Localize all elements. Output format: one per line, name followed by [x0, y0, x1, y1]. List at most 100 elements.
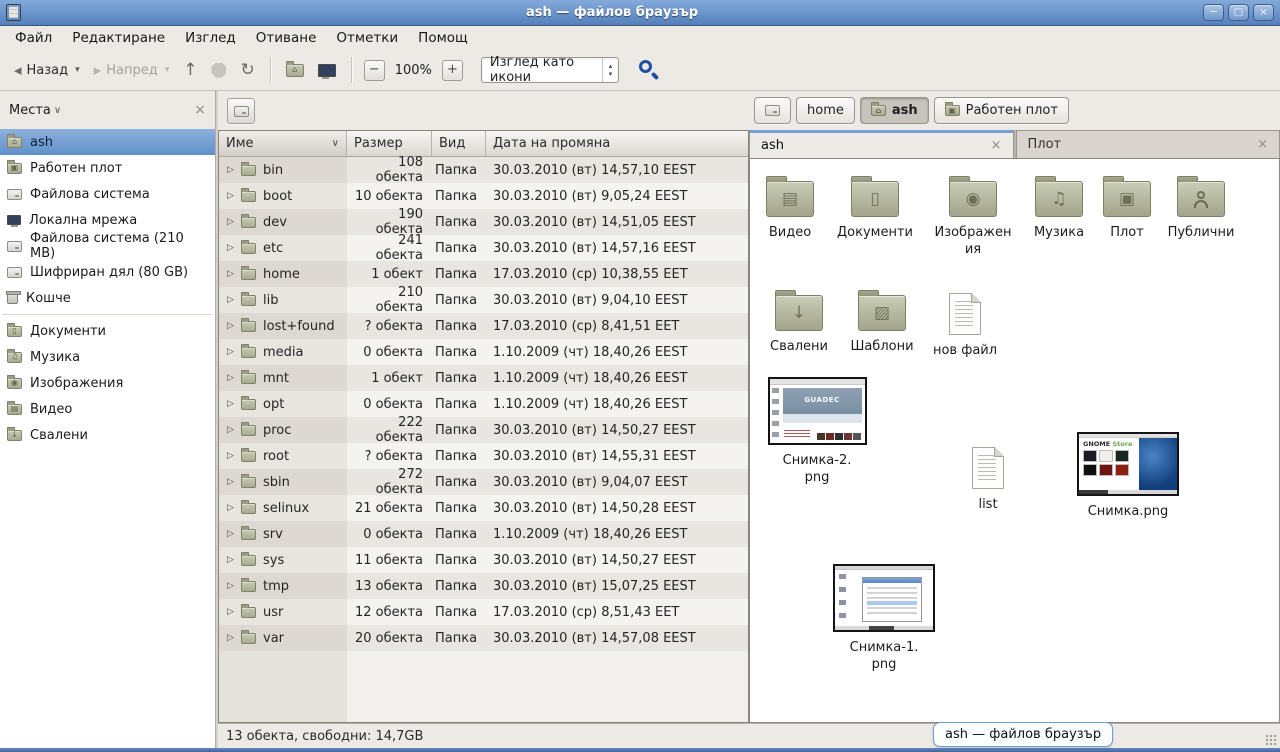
- table-row[interactable]: ▷root? обектаПапка30.03.2010 (вт) 14,55,…: [219, 443, 748, 469]
- file-date: 30.03.2010 (вт) 14,50,28 EEST: [486, 501, 748, 516]
- zoom-out-button[interactable]: −: [364, 60, 385, 81]
- expander-icon[interactable]: ▷: [223, 529, 238, 539]
- tab-close-icon[interactable]: ×: [991, 138, 1002, 153]
- resize-grip[interactable]: [1265, 734, 1278, 745]
- back-button[interactable]: ◂ Назад ▾: [7, 59, 87, 82]
- column-header-type[interactable]: Вид: [432, 131, 486, 157]
- table-row[interactable]: ▷lost+found? обектаПапка17.03.2010 (ср) …: [219, 313, 748, 339]
- sidebar-item-drive[interactable]: Шифриран дял (80 GB): [0, 259, 215, 285]
- up-button[interactable]: ↑: [176, 58, 204, 83]
- forward-button[interactable]: ▸ Напред ▾: [87, 59, 177, 82]
- table-row[interactable]: ▷home1 обектПапка17.03.2010 (ср) 10,38,5…: [219, 261, 748, 287]
- sidebar-item-video-folder[interactable]: ▤Видео: [0, 396, 215, 422]
- places-close-icon[interactable]: ×: [194, 102, 206, 118]
- path-button-root[interactable]: [754, 97, 791, 124]
- table-row[interactable]: ▷etc241 обектаПапка30.03.2010 (вт) 14,57…: [219, 235, 748, 261]
- sidebar-item-home-folder[interactable]: ⌂ash: [0, 129, 215, 155]
- file-item[interactable]: нов файл: [910, 289, 1020, 360]
- tab-plot[interactable]: Плот×: [1016, 130, 1280, 158]
- table-row[interactable]: ▷selinux21 обектаПапка30.03.2010 (вт) 14…: [219, 495, 748, 521]
- home-button[interactable]: ⌂: [279, 60, 311, 81]
- back-dropdown-icon[interactable]: ▾: [75, 65, 80, 75]
- path-button-ash[interactable]: ⌂ash: [860, 97, 929, 124]
- file-item[interactable]: GNOME StoreСнимка.png: [1073, 432, 1183, 521]
- table-row[interactable]: ▷dev190 обектаПапка30.03.2010 (вт) 14,51…: [219, 209, 748, 235]
- table-row[interactable]: ▷sbin272 обектаПапка30.03.2010 (вт) 9,04…: [219, 469, 748, 495]
- icon-view[interactable]: ▤Видео▯Документи◉Изображения♫Музика▣Плот…: [749, 158, 1280, 723]
- sidebar-item-downloads-folder[interactable]: ↓Свалени: [0, 422, 215, 448]
- table-row[interactable]: ▷proc222 обектаПапка30.03.2010 (вт) 14,5…: [219, 417, 748, 443]
- path-button-desktop[interactable]: ▣Работен плот: [934, 97, 1069, 124]
- column-header-name[interactable]: Име∨: [219, 131, 347, 157]
- file-item[interactable]: Снимка-1.png: [829, 564, 939, 674]
- table-row[interactable]: ▷boot10 обектаПапка30.03.2010 (вт) 9,05,…: [219, 183, 748, 209]
- expander-icon[interactable]: ▷: [223, 347, 238, 357]
- path-button-home[interactable]: home: [796, 97, 855, 124]
- expander-icon[interactable]: ▷: [223, 503, 238, 513]
- expander-icon[interactable]: ▷: [223, 269, 238, 279]
- expander-icon[interactable]: ▷: [223, 295, 238, 305]
- filesystem-root-button[interactable]: [227, 98, 255, 124]
- sidebar-item-desktop-folder[interactable]: ▣Работен плот: [0, 155, 215, 181]
- expander-icon[interactable]: ▷: [223, 243, 238, 253]
- expander-icon[interactable]: ▷: [223, 425, 238, 435]
- sidebar-item-drive[interactable]: Файлова система: [0, 181, 215, 207]
- menu-item-help[interactable]: Помощ: [408, 27, 478, 49]
- file-item[interactable]: ▯Документи: [820, 173, 930, 242]
- sidebar-item-pictures-folder[interactable]: ◉Изображения: [0, 370, 215, 396]
- column-header-size[interactable]: Размер: [347, 131, 432, 157]
- sidebar-item-label: Локална мрежа: [29, 213, 137, 228]
- file-type: Папка: [432, 189, 486, 204]
- sidebar-item-network[interactable]: Локална мрежа: [0, 207, 215, 233]
- zoom-in-button[interactable]: +: [442, 60, 463, 81]
- minimize-button[interactable]: ─: [1203, 4, 1224, 21]
- view-mode-select[interactable]: Изглед като икони ▴ ▾: [481, 57, 619, 83]
- sidebar-item-documents-folder[interactable]: ▯Документи: [0, 318, 215, 344]
- expander-icon[interactable]: ▷: [223, 373, 238, 383]
- places-header[interactable]: Места ∨ ×: [0, 91, 215, 129]
- expander-icon[interactable]: ▷: [223, 555, 238, 565]
- column-header-date[interactable]: Дата на промяна: [486, 131, 748, 157]
- computer-button[interactable]: [311, 60, 343, 81]
- table-row[interactable]: ▷opt0 обектаПапка1.10.2009 (чт) 18,40,26…: [219, 391, 748, 417]
- expander-icon[interactable]: ▷: [223, 321, 238, 331]
- stop-button[interactable]: [204, 59, 233, 82]
- table-row[interactable]: ▷media0 обектаПапка1.10.2009 (чт) 18,40,…: [219, 339, 748, 365]
- table-row[interactable]: ▷tmp13 обектаПапка30.03.2010 (вт) 15,07,…: [219, 573, 748, 599]
- reload-button[interactable]: ↻: [233, 58, 261, 83]
- expander-icon[interactable]: ▷: [223, 217, 238, 227]
- tab-ash[interactable]: ash×: [749, 130, 1014, 158]
- table-row[interactable]: ▷lib210 обектаПапка30.03.2010 (вт) 9,04,…: [219, 287, 748, 313]
- file-item[interactable]: list: [933, 443, 1043, 514]
- table-row[interactable]: ▷bin108 обектаПапка30.03.2010 (вт) 14,57…: [219, 157, 748, 183]
- sidebar-item-trash[interactable]: Кошче: [0, 285, 215, 311]
- expander-icon[interactable]: ▷: [223, 191, 238, 201]
- menu-item-edit[interactable]: Редактиране: [62, 27, 175, 49]
- expander-icon[interactable]: ▷: [223, 581, 238, 591]
- expander-icon[interactable]: ▷: [223, 451, 238, 461]
- table-row[interactable]: ▷srv0 обектаПапка1.10.2009 (чт) 18,40,26…: [219, 521, 748, 547]
- sidebar-item-drive[interactable]: Файлова система (210 MB): [0, 233, 215, 259]
- file-item[interactable]: GUADECСнимка-2.png: [762, 377, 872, 487]
- titlebar[interactable]: ash — файлов браузър ─ □ ×: [0, 0, 1280, 26]
- expander-icon[interactable]: ▷: [223, 607, 238, 617]
- tab-close-icon[interactable]: ×: [1257, 137, 1268, 152]
- expander-icon[interactable]: ▷: [223, 399, 238, 409]
- table-row[interactable]: ▷mnt1 обектПапка1.10.2009 (чт) 18,40,26 …: [219, 365, 748, 391]
- table-row[interactable]: ▷sys11 обектаПапка30.03.2010 (вт) 14,50,…: [219, 547, 748, 573]
- expander-icon[interactable]: ▷: [223, 477, 238, 487]
- menu-item-file[interactable]: Файл: [5, 27, 62, 49]
- sidebar-item-music-folder[interactable]: ♫Музика: [0, 344, 215, 370]
- close-button[interactable]: ×: [1253, 4, 1274, 21]
- menu-item-bookmarks[interactable]: Отметки: [326, 27, 408, 49]
- file-item[interactable]: Публични: [1146, 173, 1256, 242]
- expander-icon[interactable]: ▷: [223, 165, 238, 175]
- menu-item-view[interactable]: Изглед: [175, 27, 246, 49]
- menu-item-go[interactable]: Отиване: [246, 27, 327, 49]
- expander-icon[interactable]: ▷: [223, 633, 238, 643]
- maximize-button[interactable]: □: [1228, 4, 1249, 21]
- table-row[interactable]: ▷var20 обектаПапка30.03.2010 (вт) 14,57,…: [219, 625, 748, 651]
- spinner-icon[interactable]: ▴ ▾: [602, 58, 618, 82]
- table-row[interactable]: ▷usr12 обектаПапка17.03.2010 (ср) 8,51,4…: [219, 599, 748, 625]
- search-button[interactable]: [637, 58, 661, 82]
